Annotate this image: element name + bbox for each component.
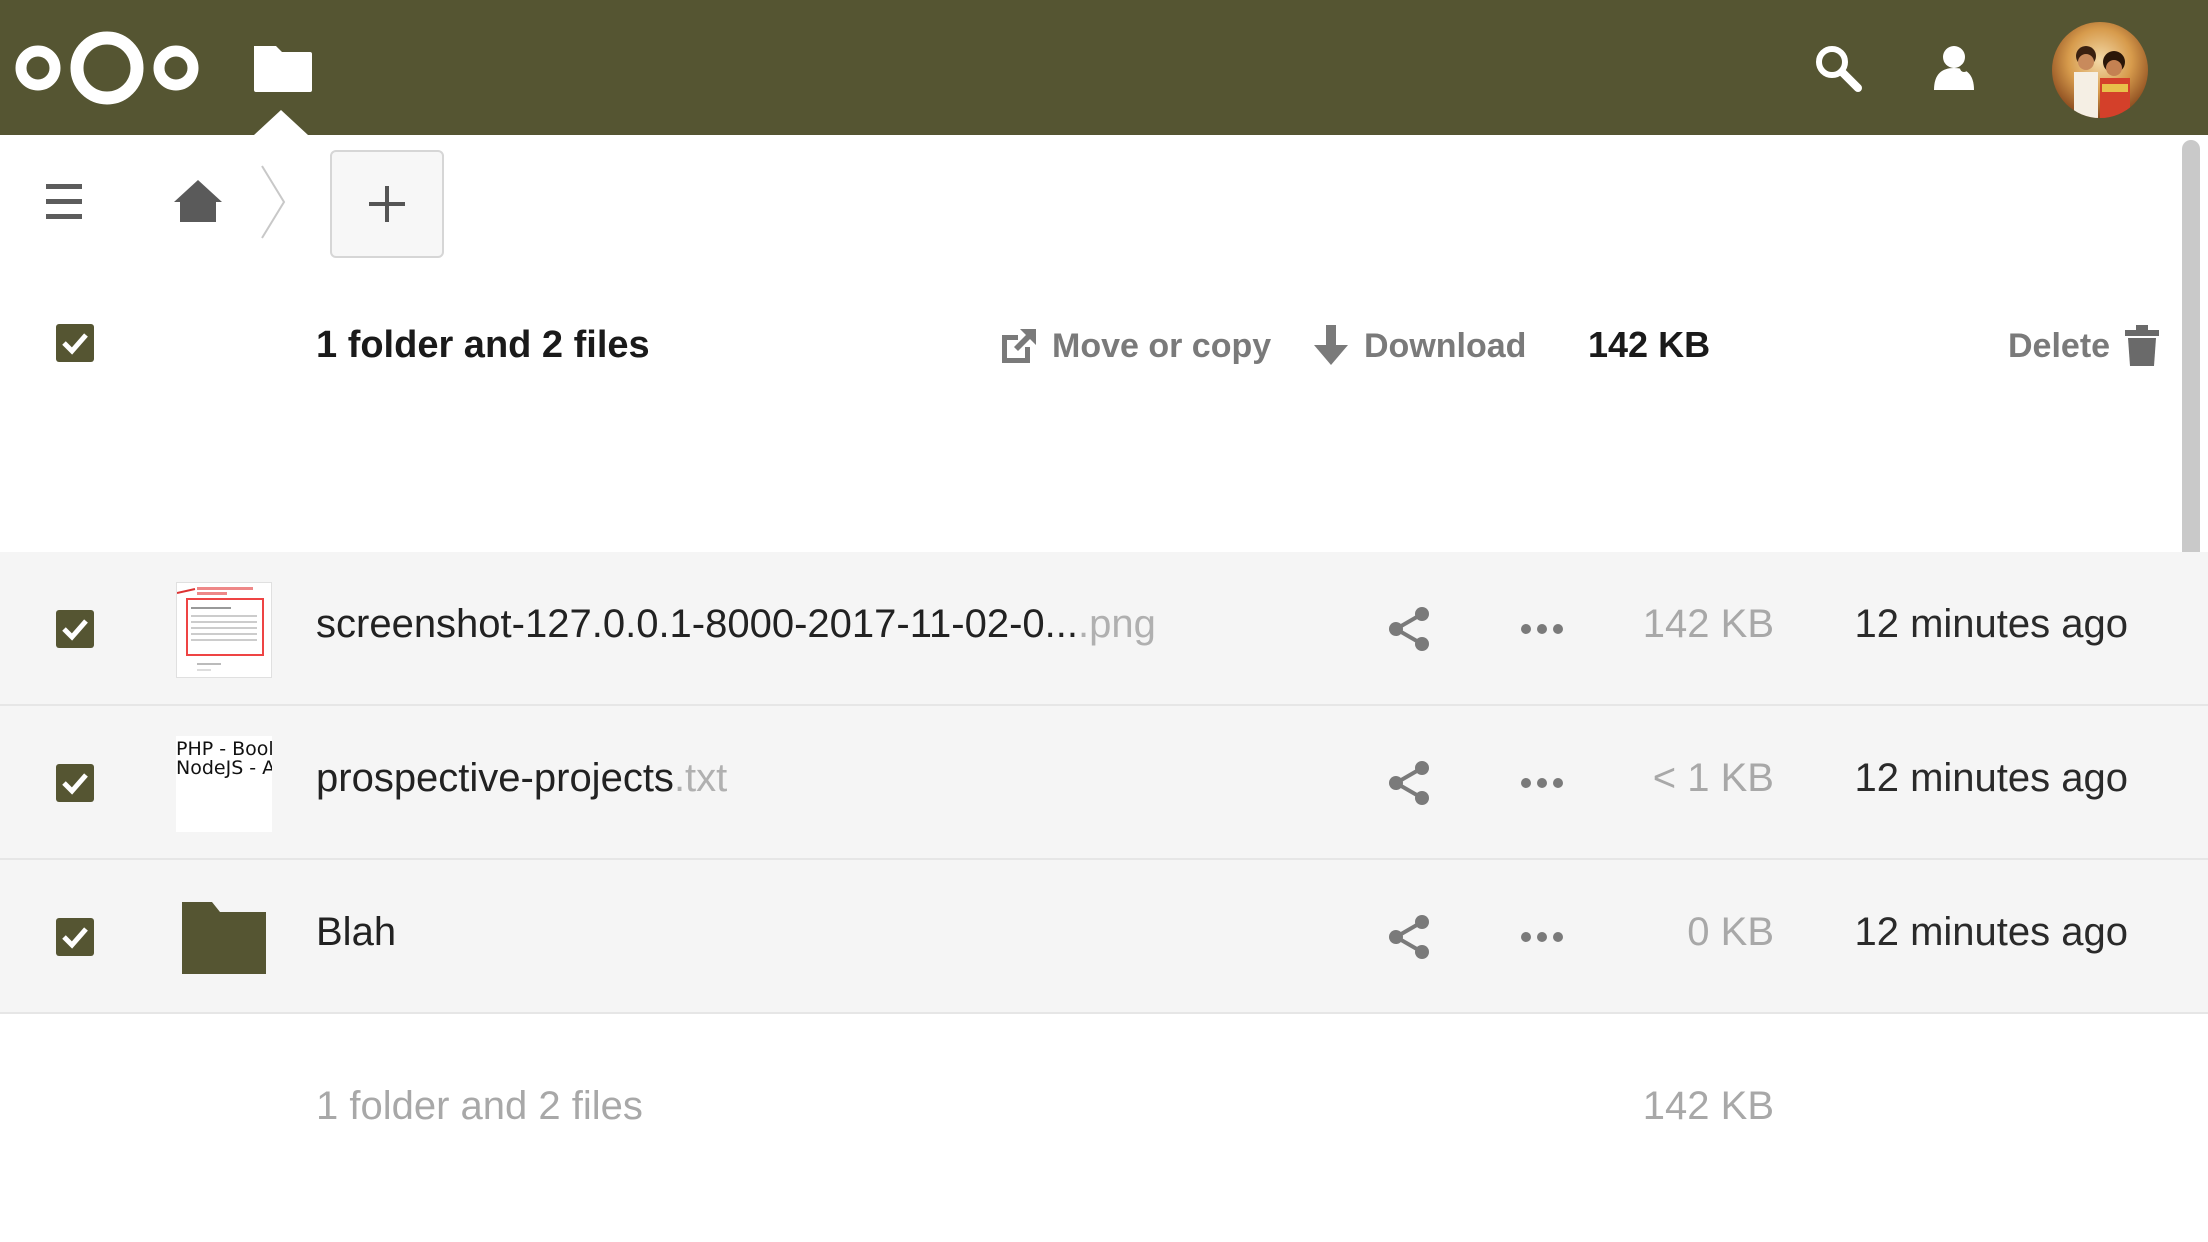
image-thumbnail[interactable] — [176, 582, 272, 678]
row-checkbox[interactable] — [56, 764, 94, 802]
file-modified: 12 minutes ago — [1854, 910, 2128, 954]
active-app-indicator — [254, 110, 308, 135]
file-modified: 12 minutes ago — [1854, 756, 2128, 800]
more-options-icon[interactable] — [1518, 760, 1566, 806]
file-list: screenshot-127.0.0.1-8000-2017-11-02-0..… — [0, 552, 2208, 1014]
folder-icon[interactable] — [176, 890, 272, 986]
file-basename: screenshot-127.0.0.1-8000-2017-11-02-0..… — [316, 602, 1078, 646]
file-extension: .png — [1077, 602, 1156, 646]
download-icon — [1314, 325, 1348, 365]
avatar[interactable] — [2052, 22, 2148, 118]
selection-size: 142 KB — [1588, 324, 1711, 365]
download-button[interactable]: Download — [1310, 318, 1526, 374]
download-label: Download — [1364, 326, 1527, 365]
file-size: 0 KB — [1687, 910, 1774, 954]
home-icon[interactable] — [170, 176, 226, 226]
file-size: < 1 KB — [1652, 756, 1774, 800]
file-basename: Blah — [316, 910, 397, 954]
row-checkbox[interactable] — [56, 918, 94, 956]
file-size: 142 KB — [1642, 602, 1774, 646]
selection-count: 1 folder and 2 files — [316, 324, 650, 366]
more-options-icon[interactable] — [1518, 914, 1566, 960]
move-copy-button[interactable]: Move or copy — [998, 318, 1271, 374]
files-app-icon[interactable] — [252, 42, 314, 94]
preview-line: NodeJS - A — [176, 757, 272, 779]
file-name[interactable]: prospective-projects.txt — [316, 756, 727, 801]
table-row[interactable]: screenshot-127.0.0.1-8000-2017-11-02-0..… — [0, 552, 2208, 706]
delete-button[interactable]: Delete — [2008, 318, 2160, 374]
move-copy-label: Move or copy — [1052, 326, 1272, 365]
breadcrumb-separator — [258, 162, 288, 242]
hamburger-icon[interactable] — [40, 176, 92, 228]
file-modified: 12 minutes ago — [1854, 602, 2128, 646]
file-name[interactable]: Blah — [316, 910, 396, 955]
search-icon[interactable] — [1812, 42, 1864, 94]
select-all-checkbox[interactable] — [56, 324, 94, 362]
table-row[interactable]: Blah 0 KB 12 minutes ago — [0, 860, 2208, 1014]
file-name[interactable]: screenshot-127.0.0.1-8000-2017-11-02-0..… — [316, 602, 1156, 647]
table-row[interactable]: PHP - Bool NodeJS - A prospective-projec… — [0, 706, 2208, 860]
trash-icon — [2125, 325, 2160, 366]
summary-label: 1 folder and 2 files — [316, 1084, 643, 1128]
plus-icon — [369, 186, 405, 222]
share-icon[interactable] — [1384, 604, 1434, 654]
delete-label: Delete — [2008, 326, 2111, 365]
share-icon[interactable] — [1384, 912, 1434, 962]
external-link-icon — [1002, 329, 1036, 363]
text-thumbnail[interactable]: PHP - Bool NodeJS - A — [176, 736, 272, 832]
app-header — [0, 0, 2208, 135]
contacts-icon[interactable] — [1926, 40, 1982, 96]
nextcloud-logo[interactable] — [14, 28, 200, 108]
row-checkbox[interactable] — [56, 610, 94, 648]
new-button[interactable] — [330, 150, 444, 258]
file-extension: .txt — [673, 756, 728, 800]
file-basename: prospective-projects — [316, 756, 674, 800]
share-icon[interactable] — [1384, 758, 1434, 808]
summary-size: 142 KB — [1642, 1084, 1774, 1128]
more-options-icon[interactable] — [1518, 606, 1566, 652]
